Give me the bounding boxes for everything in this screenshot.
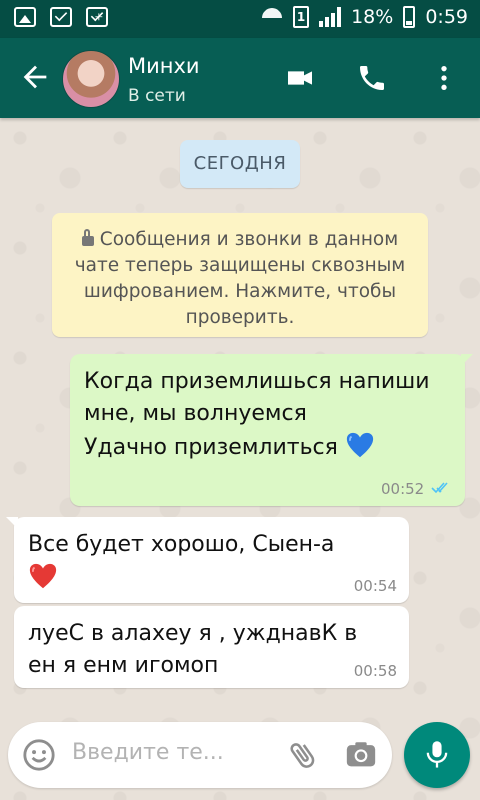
message-line: Все будет хорошо, Сыен-а	[28, 532, 335, 557]
message-composer: Введите те...	[8, 722, 392, 788]
attach-icon[interactable]	[286, 738, 320, 772]
message-input[interactable]: Введите те...	[72, 740, 224, 765]
notification-icons	[14, 7, 108, 27]
message-text: луеС в алахеу я , ужднавК в ен я енм иго…	[28, 618, 395, 682]
message-time: 00:58	[353, 662, 397, 680]
mail-notification-icon	[50, 7, 72, 27]
sim-icon: 1	[293, 6, 310, 28]
mail-error-notification-icon	[86, 7, 108, 27]
read-receipt-icon	[431, 481, 453, 495]
message-line: мне, мы волнуемся	[84, 401, 307, 426]
more-options-icon[interactable]	[428, 62, 460, 94]
message-line: Удачно приземлиться	[84, 435, 338, 460]
incoming-message[interactable]: луеС в алахеу я , ужднавК в ен я енм иго…	[14, 606, 409, 688]
message-line: ен я енм игомоп	[28, 653, 219, 678]
red-heart-emoji-icon	[28, 561, 58, 591]
blue-heart-emoji-icon	[345, 430, 375, 460]
wifi-icon	[261, 8, 283, 26]
contact-status: В сети	[128, 86, 186, 106]
microphone-icon	[426, 741, 448, 768]
chat-header: Минхи В сети	[0, 38, 480, 118]
microphone-button[interactable]	[404, 722, 470, 788]
voice-call-icon[interactable]	[356, 62, 388, 94]
signal-icon	[319, 7, 342, 27]
video-call-icon[interactable]	[284, 62, 316, 94]
encryption-notice[interactable]: Сообщения и звонки в данном чате теперь …	[52, 213, 428, 337]
status-bar: 1 18% 0:59	[0, 0, 480, 38]
contact-name[interactable]: Минхи	[128, 54, 200, 78]
message-meta: 00:52	[381, 480, 453, 498]
back-arrow-icon[interactable]	[18, 60, 52, 94]
message-line: луеС в алахеу я , ужднавК в	[28, 621, 358, 646]
contact-avatar[interactable]	[62, 50, 120, 108]
camera-icon[interactable]	[344, 738, 378, 772]
clock: 0:59	[425, 6, 468, 28]
message-text: Все будет хорошо, Сыен-а	[28, 529, 395, 595]
date-divider: СЕГОДНЯ	[180, 140, 300, 188]
outgoing-message[interactable]: Когда приземлишься напиши мне, мы волнуе…	[70, 354, 473, 506]
message-time: 00:52	[380, 480, 425, 498]
battery-icon	[403, 6, 416, 28]
message-text: Когда приземлишься напиши мне, мы волнуе…	[84, 366, 451, 464]
encryption-notice-text: Сообщения и звонки в данном чате теперь …	[74, 229, 406, 328]
message-time: 00:54	[353, 577, 397, 595]
gallery-notification-icon	[14, 7, 36, 27]
battery-percentage: 18%	[351, 6, 394, 28]
system-icons: 1 18% 0:59	[261, 6, 468, 28]
emoji-icon[interactable]	[22, 738, 56, 772]
message-line: Когда приземлишься напиши	[84, 369, 430, 394]
incoming-message[interactable]: Все будет хорошо, Сыен-а 00:54	[6, 517, 409, 603]
lock-icon	[81, 229, 94, 246]
